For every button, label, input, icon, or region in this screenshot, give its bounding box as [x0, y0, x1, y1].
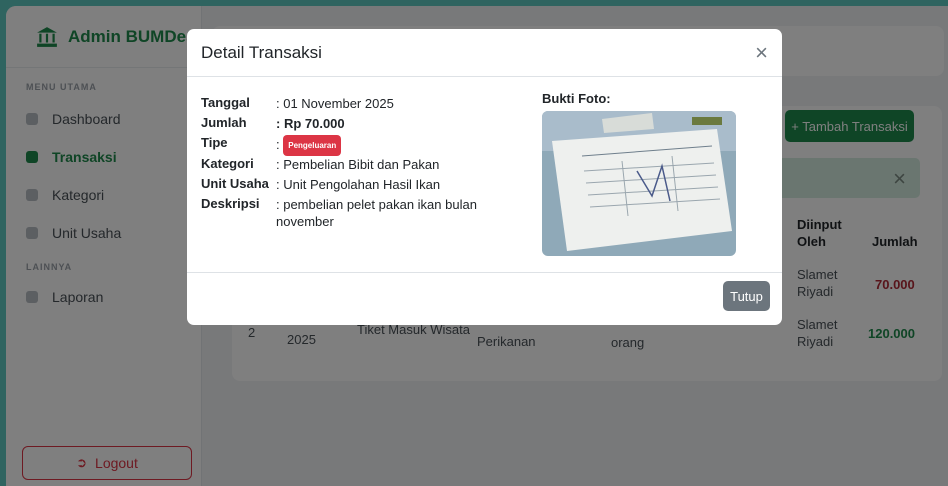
- close-icon[interactable]: ×: [755, 41, 768, 64]
- field-jumlah: Jumlah : Rp 70.000: [201, 115, 506, 132]
- field-value: : 01 November 2025: [276, 96, 394, 111]
- field-value: : Pengeluaran: [276, 135, 506, 156]
- field-prefix: :: [276, 136, 284, 152]
- receipt-photo[interactable]: [542, 111, 736, 256]
- close-button[interactable]: Tutup: [723, 281, 770, 311]
- field-value: : pembelian pelet pakan ikan bulan novem…: [276, 197, 477, 229]
- field-label: Jumlah: [201, 115, 247, 130]
- transaction-detail-modal: Detail Transaksi × Tanggal : 01 November…: [187, 29, 782, 325]
- field-value: : Rp 70.000: [276, 116, 345, 131]
- modal-header: Detail Transaksi ×: [187, 29, 782, 77]
- photo-label: Bukti Foto:: [542, 91, 611, 106]
- field-label: Deskripsi: [201, 196, 260, 211]
- field-value: : Unit Pengolahan Hasil Ikan: [276, 177, 441, 192]
- field-unit-usaha: Unit Usaha : Unit Pengolahan Hasil Ikan: [201, 176, 506, 193]
- receipt-image-icon: [542, 111, 736, 256]
- field-tanggal: Tanggal : 01 November 2025: [201, 95, 506, 112]
- field-deskripsi: Deskripsi : pembelian pelet pakan ikan b…: [201, 196, 506, 230]
- type-badge: Pengeluaran: [283, 135, 342, 156]
- field-value: : Pembelian Bibit dan Pakan: [276, 157, 440, 172]
- field-kategori: Kategori : Pembelian Bibit dan Pakan: [201, 156, 506, 173]
- field-label: Tanggal: [201, 95, 250, 110]
- field-label: Kategori: [201, 156, 254, 171]
- field-tipe: Tipe : Pengeluaran: [201, 135, 506, 156]
- modal-body: Tanggal : 01 November 2025 Jumlah : Rp 7…: [187, 77, 782, 273]
- field-label: Tipe: [201, 135, 228, 150]
- modal-footer: Tutup: [187, 273, 782, 325]
- modal-title: Detail Transaksi: [201, 42, 322, 62]
- field-label: Unit Usaha: [201, 176, 269, 191]
